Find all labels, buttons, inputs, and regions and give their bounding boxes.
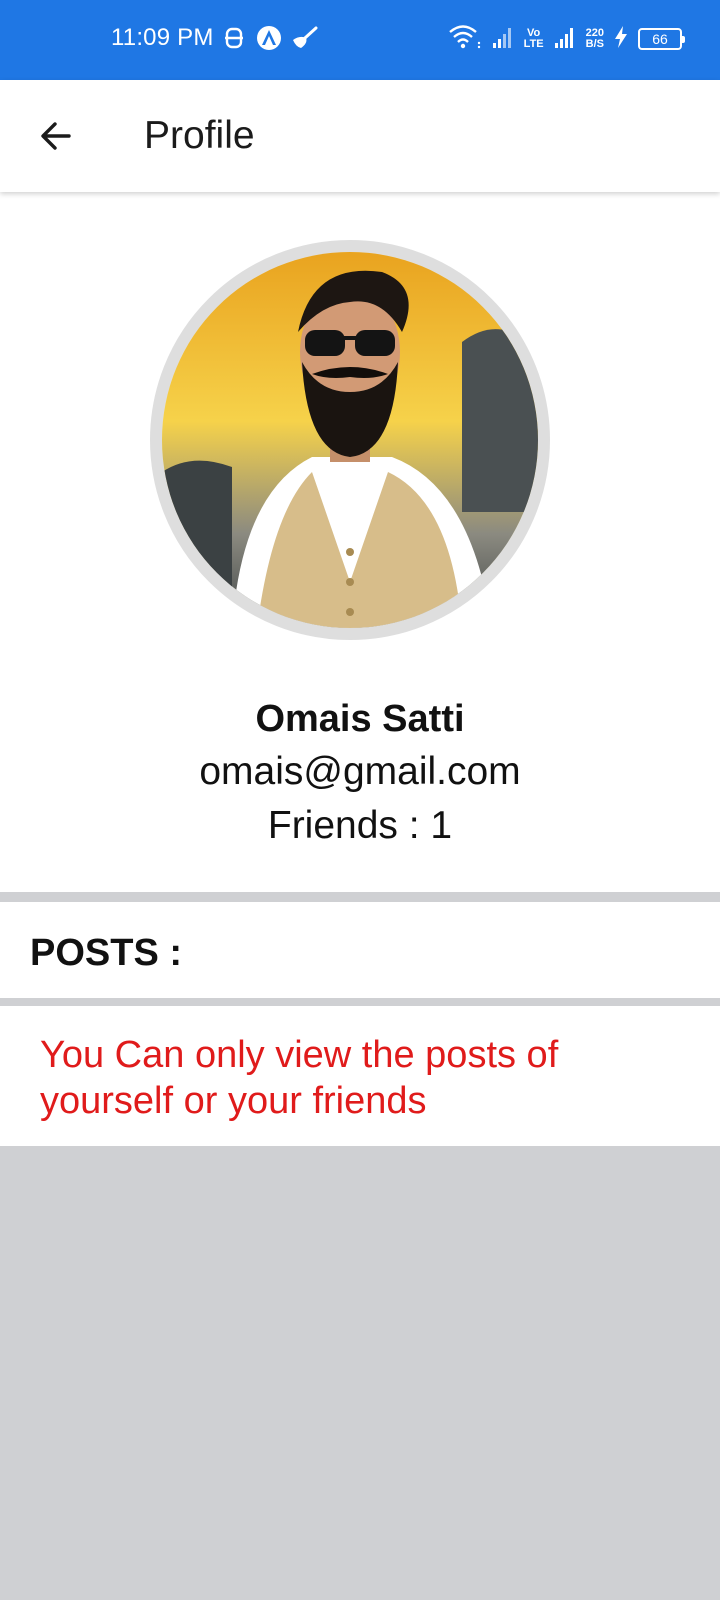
status-bar: 11:09 PM Vo LTE 220 B/S 66 <box>0 0 720 80</box>
profile-photo <box>162 252 538 628</box>
user-email: omais@gmail.com <box>199 750 521 793</box>
cleaner-broom-icon <box>290 24 318 52</box>
avatar[interactable] <box>150 240 550 640</box>
notification-app-icon <box>220 24 248 52</box>
wifi-icon <box>448 24 482 55</box>
user-name: Omais Satti <box>255 698 465 740</box>
volte-icon: Vo LTE <box>523 27 544 50</box>
antd-app-icon <box>255 24 283 52</box>
arrow-left-icon <box>41 122 71 150</box>
profile-card: Omais Satti omais@gmail.com Friends : 1 <box>0 192 720 892</box>
status-right-icons: Vo LTE 220 B/S 66 <box>448 20 685 58</box>
network-speed: 220 B/S <box>585 27 604 50</box>
status-time: 11:09 PM <box>111 24 214 51</box>
signal-icon-sim1 <box>492 25 514 54</box>
page-title: Profile <box>144 114 255 157</box>
signal-icon-sim2 <box>554 25 576 54</box>
posts-header: POSTS : <box>0 902 720 998</box>
posts-title: POSTS : <box>30 932 183 974</box>
friends-count[interactable]: Friends : 1 <box>0 804 720 848</box>
posts-notice: You Can only view the posts of yourself … <box>0 1006 720 1146</box>
charging-bolt-icon <box>614 25 628 54</box>
posts-notice-text: You Can only view the posts of yourself … <box>40 1034 559 1122</box>
battery-icon: 66 <box>638 28 685 50</box>
app-bar: Profile <box>0 80 720 192</box>
back-button[interactable] <box>32 112 80 160</box>
